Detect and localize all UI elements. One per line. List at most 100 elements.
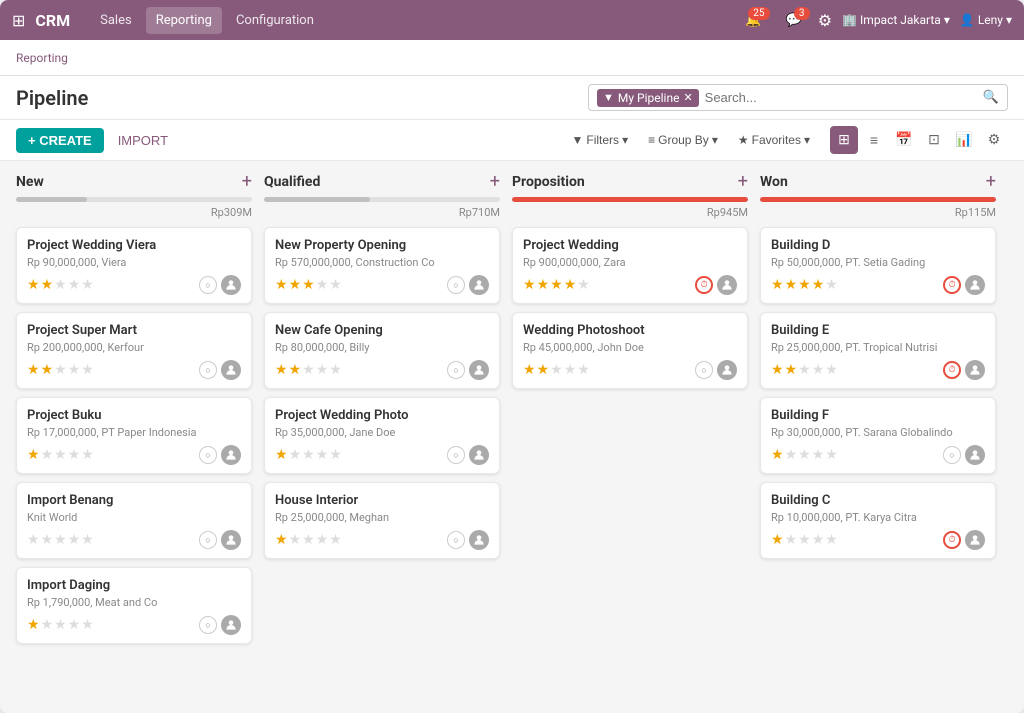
group-by-button[interactable]: ≡ Group By ▾ [640,129,726,151]
star-3[interactable]: ★ [798,532,811,548]
star-5[interactable]: ★ [329,362,342,378]
search-input[interactable] [699,88,983,107]
card-stars[interactable]: ★★★★★ [275,362,342,378]
star-2[interactable]: ★ [41,362,54,378]
star-1[interactable]: ★ [275,362,288,378]
graph-view-icon[interactable]: 📊 [950,126,978,154]
card-won-3[interactable]: Building CRp 10,000,000, PT. Karya Citra… [760,482,996,559]
card-new-1[interactable]: Project Super MartRp 200,000,000, Kerfou… [16,312,252,389]
star-4[interactable]: ★ [68,532,81,548]
card-new-4[interactable]: Import DagingRp 1,790,000, Meat and Co★★… [16,567,252,644]
star-2[interactable]: ★ [41,277,54,293]
star-1[interactable]: ★ [275,277,288,293]
star-1[interactable]: ★ [27,277,40,293]
star-5[interactable]: ★ [825,447,838,463]
star-1[interactable]: ★ [523,277,536,293]
star-3[interactable]: ★ [302,532,315,548]
calendar-view-icon[interactable]: 📅 [890,126,918,154]
star-2[interactable]: ★ [785,532,798,548]
star-1[interactable]: ★ [275,447,288,463]
star-3[interactable]: ★ [54,617,67,633]
star-5[interactable]: ★ [825,362,838,378]
card-proposition-1[interactable]: Wedding PhotoshootRp 45,000,000, John Do… [512,312,748,389]
star-1[interactable]: ★ [275,532,288,548]
clock-icon[interactable]: ⏱ [695,276,713,294]
filters-button[interactable]: ▼ Filters ▾ [564,129,637,151]
activity-icon[interactable]: ○ [447,446,465,464]
nav-item-reporting[interactable]: Reporting [146,7,222,34]
star-3[interactable]: ★ [550,362,563,378]
star-3[interactable]: ★ [798,277,811,293]
card-stars[interactable]: ★★★★★ [27,617,94,633]
card-new-3[interactable]: Import BenangKnit World★★★★★○ [16,482,252,559]
star-4[interactable]: ★ [812,277,825,293]
star-2[interactable]: ★ [289,532,302,548]
star-1[interactable]: ★ [771,362,784,378]
star-3[interactable]: ★ [798,447,811,463]
clock-icon[interactable]: ⏱ [943,361,961,379]
star-2[interactable]: ★ [41,447,54,463]
star-4[interactable]: ★ [316,362,329,378]
star-3[interactable]: ★ [54,532,67,548]
card-stars[interactable]: ★★★★★ [27,362,94,378]
card-qualified-0[interactable]: New Property OpeningRp 570,000,000, Cons… [264,227,500,304]
column-add-proposition[interactable]: + [738,173,748,191]
card-stars[interactable]: ★★★★★ [275,277,342,293]
star-2[interactable]: ★ [41,532,54,548]
star-5[interactable]: ★ [825,277,838,293]
card-qualified-2[interactable]: Project Wedding PhotoRp 35,000,000, Jane… [264,397,500,474]
star-4[interactable]: ★ [316,447,329,463]
star-4[interactable]: ★ [68,447,81,463]
nav-item-configuration[interactable]: Configuration [226,7,324,34]
nav-item-sales[interactable]: Sales [90,7,142,34]
activity-icon[interactable]: ○ [199,531,217,549]
star-3[interactable]: ★ [798,362,811,378]
star-3[interactable]: ★ [54,277,67,293]
notification-badge[interactable]: 🔔 25 [745,13,761,28]
star-2[interactable]: ★ [289,447,302,463]
activity-icon[interactable]: ○ [447,276,465,294]
activity-icon[interactable]: ○ [695,361,713,379]
star-1[interactable]: ★ [771,447,784,463]
card-qualified-3[interactable]: House InteriorRp 25,000,000, Meghan★★★★★… [264,482,500,559]
card-won-0[interactable]: Building DRp 50,000,000, PT. Setia Gadin… [760,227,996,304]
filter-tag-my-pipeline[interactable]: ▼ My Pipeline ✕ [597,89,699,107]
star-2[interactable]: ★ [785,447,798,463]
column-add-new[interactable]: + [242,173,252,191]
star-5[interactable]: ★ [329,277,342,293]
settings-view-icon[interactable]: ⚙ [980,126,1008,154]
star-4[interactable]: ★ [812,362,825,378]
activity-icon[interactable]: ○ [199,446,217,464]
star-1[interactable]: ★ [771,532,784,548]
star-3[interactable]: ★ [54,362,67,378]
star-5[interactable]: ★ [81,532,94,548]
filter-tag-close[interactable]: ✕ [683,91,692,104]
card-stars[interactable]: ★★★★★ [523,277,590,293]
card-won-2[interactable]: Building FRp 30,000,000, PT. Sarana Glob… [760,397,996,474]
card-stars[interactable]: ★★★★★ [771,362,838,378]
clock-icon[interactable]: ⏱ [943,276,961,294]
card-stars[interactable]: ★★★★★ [771,447,838,463]
card-new-0[interactable]: Project Wedding VieraRp 90,000,000, Vier… [16,227,252,304]
settings-icon[interactable]: ⚙ [818,11,832,30]
breadcrumb-reporting[interactable]: Reporting [16,51,68,65]
star-5[interactable]: ★ [81,447,94,463]
star-5[interactable]: ★ [81,277,94,293]
star-3[interactable]: ★ [54,447,67,463]
star-5[interactable]: ★ [81,617,94,633]
list-view-icon[interactable]: ≡ [860,126,888,154]
activity-icon[interactable]: ○ [447,361,465,379]
kanban-view-icon[interactable]: ⊞ [830,126,858,154]
star-4[interactable]: ★ [316,277,329,293]
star-2[interactable]: ★ [289,362,302,378]
card-won-1[interactable]: Building ERp 25,000,000, PT. Tropical Nu… [760,312,996,389]
card-new-2[interactable]: Project BukuRp 17,000,000, PT Paper Indo… [16,397,252,474]
star-4[interactable]: ★ [68,277,81,293]
import-button[interactable]: IMPORT [110,128,176,153]
activity-icon[interactable]: ○ [199,616,217,634]
brand-logo[interactable]: CRM [35,11,70,30]
activity-icon[interactable]: ○ [943,446,961,464]
activity-icon[interactable]: ○ [199,361,217,379]
star-1[interactable]: ★ [27,617,40,633]
star-4[interactable]: ★ [812,532,825,548]
